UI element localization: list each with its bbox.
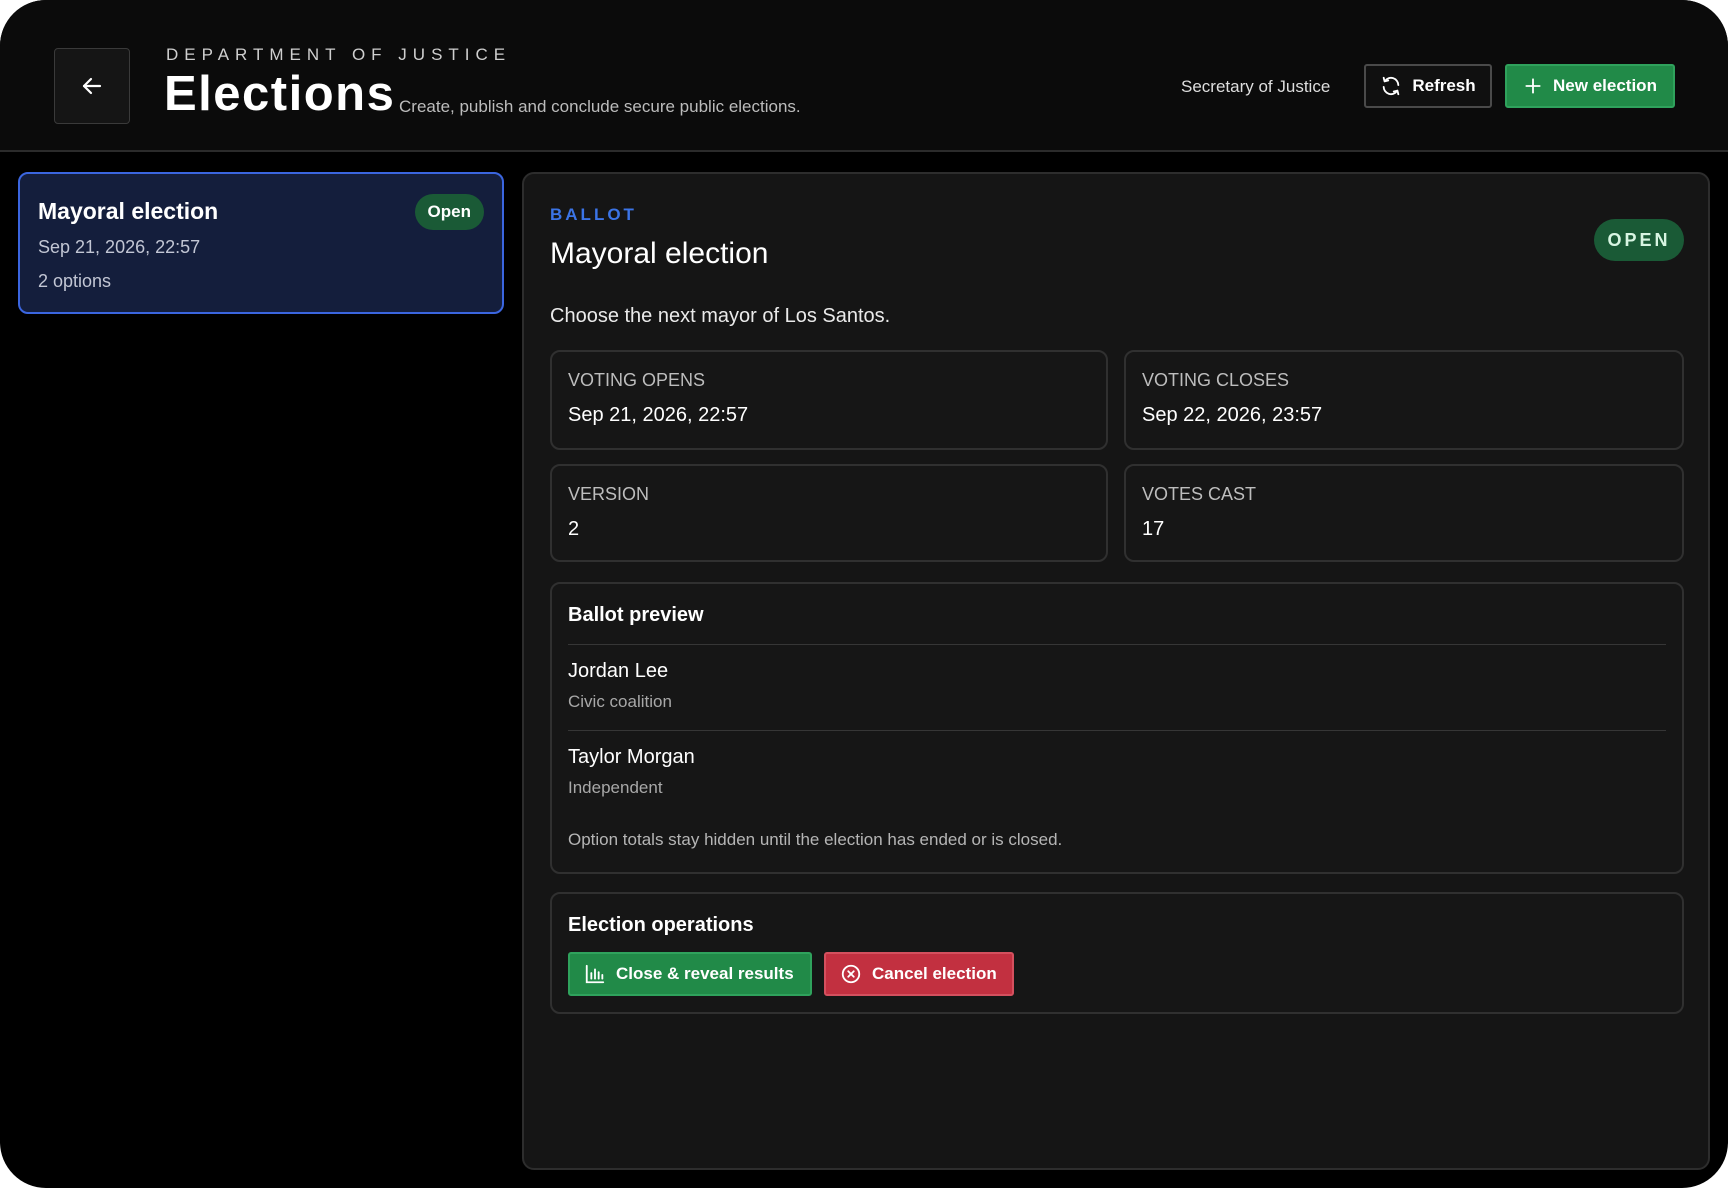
election-item-title: Mayoral election: [38, 198, 219, 224]
ballot-option-name: Jordan Lee: [568, 660, 669, 682]
info-label: VERSION: [568, 484, 650, 504]
ballot-option-name: Taylor Morgan: [568, 746, 695, 768]
refresh-icon: [1380, 75, 1402, 97]
info-label: VOTES CAST: [1142, 484, 1257, 504]
department-label: DEPARTMENT OF JUSTICE: [166, 45, 512, 64]
plus-icon: [1523, 76, 1543, 96]
operations-title: Election operations: [568, 914, 754, 936]
bar-chart-icon: [584, 963, 606, 985]
votes-cast-card: VOTES CAST 17: [1124, 464, 1684, 562]
refresh-button[interactable]: Refresh: [1364, 64, 1492, 108]
info-label: VOTING OPENS: [568, 370, 706, 390]
election-description: Choose the next mayor of Los Santos.: [550, 305, 891, 327]
refresh-label: Refresh: [1412, 76, 1476, 95]
app-window: DEPARTMENT OF JUSTICE Elections Create, …: [0, 0, 1728, 1188]
cancel-election-label: Cancel election: [872, 964, 997, 983]
version-card: VERSION 2: [550, 464, 1108, 562]
new-election-button[interactable]: New election: [1505, 64, 1675, 108]
info-value: Sep 22, 2026, 23:57: [1142, 404, 1323, 426]
user-role: Secretary of Justice: [1181, 77, 1331, 96]
status-badge: Open: [414, 194, 484, 230]
divider: [568, 644, 1666, 645]
info-value: 17: [1142, 518, 1165, 540]
election-title: Mayoral election: [550, 237, 769, 270]
status-pill: OPEN: [1594, 219, 1684, 261]
info-value: 2: [568, 518, 580, 540]
close-reveal-results-button[interactable]: Close & reveal results: [568, 952, 812, 996]
ballot-option-party: Civic coalition: [568, 692, 672, 711]
page-subtitle: Create, publish and conclude secure publ…: [399, 97, 801, 116]
page-header: DEPARTMENT OF JUSTICE Elections Create, …: [0, 0, 1728, 152]
section-label: BALLOT: [550, 205, 637, 224]
back-button[interactable]: [54, 48, 130, 124]
info-value: Sep 21, 2026, 22:57: [568, 404, 749, 426]
new-election-label: New election: [1553, 76, 1657, 95]
ballot-preview-title: Ballot preview: [568, 604, 704, 626]
close-reveal-results-label: Close & reveal results: [616, 964, 794, 983]
page-title: Elections: [164, 67, 396, 121]
election-item-date: Sep 21, 2026, 22:57: [38, 237, 201, 257]
x-circle-icon: [840, 963, 862, 985]
arrow-left-icon: [80, 74, 104, 98]
ballot-preview: Ballot preview Jordan Lee Civic coalitio…: [550, 582, 1684, 874]
cancel-election-button[interactable]: Cancel election: [824, 952, 1014, 996]
election-detail-panel: BALLOT Mayoral election OPEN Choose the …: [522, 172, 1710, 1170]
voting-opens-card: VOTING OPENS Sep 21, 2026, 22:57: [550, 350, 1108, 450]
ballot-option-party: Independent: [568, 778, 663, 797]
election-list-item[interactable]: Mayoral election Open Sep 21, 2026, 22:5…: [18, 172, 504, 314]
voting-closes-card: VOTING CLOSES Sep 22, 2026, 23:57: [1124, 350, 1684, 450]
info-label: VOTING CLOSES: [1142, 370, 1290, 390]
election-item-options: 2 options: [38, 271, 112, 291]
divider: [568, 730, 1666, 731]
results-hidden-note: Option totals stay hidden until the elec…: [568, 830, 1063, 849]
election-operations: Election operations Close & reveal resul…: [550, 892, 1684, 1014]
